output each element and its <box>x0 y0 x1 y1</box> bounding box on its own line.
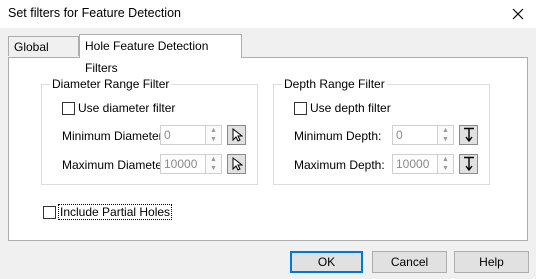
maximum-depth-spinner[interactable]: 10000 ▲ ▼ <box>392 154 454 174</box>
checkbox-box <box>62 101 75 115</box>
spinner-arrows[interactable]: ▲ ▼ <box>438 154 454 174</box>
use-diameter-filter-label: Use diameter filter <box>78 101 176 115</box>
minimum-depth-label: Minimum Depth: <box>294 129 382 143</box>
pointer-icon <box>232 128 243 142</box>
window-title: Set filters for Feature Detection <box>8 6 181 20</box>
tab-hole-feature-detection-filters[interactable]: Hole Feature Detection Filters <box>79 34 242 75</box>
checkbox-box <box>294 101 307 115</box>
minimum-diameter-input[interactable]: 0 <box>160 125 206 145</box>
depth-range-group: Depth Range Filter Use depth filter Mini… <box>273 77 490 185</box>
minimum-depth-input[interactable]: 0 <box>392 125 438 145</box>
spinner-arrows[interactable]: ▲ ▼ <box>438 125 454 145</box>
tab-global-filters[interactable]: Global Filters <box>8 36 79 74</box>
use-diameter-filter-checkbox[interactable]: Use diameter filter <box>62 101 175 115</box>
depth-measure-icon <box>463 156 474 172</box>
use-depth-filter-label: Use depth filter <box>310 101 391 115</box>
depth-measure-icon <box>463 127 474 143</box>
maximum-diameter-input[interactable]: 10000 <box>160 154 206 174</box>
checkbox-box <box>43 205 56 219</box>
cancel-button[interactable]: Cancel <box>372 251 447 273</box>
spin-down-icon[interactable]: ▼ <box>206 164 221 173</box>
spin-up-icon[interactable]: ▲ <box>438 155 453 164</box>
maximum-diameter-label: Maximum Diameter: <box>62 158 170 172</box>
diameter-range-group: Diameter Range Filter Use diameter filte… <box>41 77 258 185</box>
minimum-depth-spinner[interactable]: 0 ▲ ▼ <box>392 125 454 145</box>
spin-down-icon[interactable]: ▼ <box>438 135 453 144</box>
spin-up-icon[interactable]: ▲ <box>206 155 221 164</box>
minimum-diameter-spinner[interactable]: 0 ▲ ▼ <box>160 125 222 145</box>
ok-button[interactable]: OK <box>290 251 363 273</box>
close-icon <box>512 8 524 20</box>
spinner-arrows[interactable]: ▲ ▼ <box>206 154 222 174</box>
minimum-diameter-label: Minimum Diameter: <box>62 129 167 143</box>
pick-minimum-diameter-button[interactable] <box>227 125 246 145</box>
spin-up-icon[interactable]: ▲ <box>438 126 453 135</box>
maximum-depth-input[interactable]: 10000 <box>392 154 438 174</box>
maximum-diameter-spinner[interactable]: 10000 ▲ ▼ <box>160 154 222 174</box>
spin-down-icon[interactable]: ▼ <box>206 135 221 144</box>
pick-minimum-depth-button[interactable] <box>459 125 478 145</box>
pick-maximum-depth-button[interactable] <box>459 154 478 174</box>
pointer-icon <box>232 157 243 171</box>
title-bar: Set filters for Feature Detection <box>0 0 536 29</box>
pick-maximum-diameter-button[interactable] <box>227 154 246 174</box>
spin-down-icon[interactable]: ▼ <box>438 164 453 173</box>
maximum-depth-label: Maximum Depth: <box>294 158 385 172</box>
depth-group-title: Depth Range Filter <box>282 77 387 91</box>
use-depth-filter-checkbox[interactable]: Use depth filter <box>294 101 391 115</box>
spin-up-icon[interactable]: ▲ <box>206 126 221 135</box>
diameter-group-title: Diameter Range Filter <box>50 77 172 91</box>
include-partial-holes-checkbox[interactable]: Include Partial Holes <box>43 204 173 220</box>
close-button[interactable] <box>500 0 536 28</box>
help-button[interactable]: Help <box>454 251 529 273</box>
tab-panel: Diameter Range Filter Use diameter filte… <box>8 57 528 241</box>
include-partial-holes-label: Include Partial Holes <box>57 204 173 220</box>
spinner-arrows[interactable]: ▲ ▼ <box>206 125 222 145</box>
